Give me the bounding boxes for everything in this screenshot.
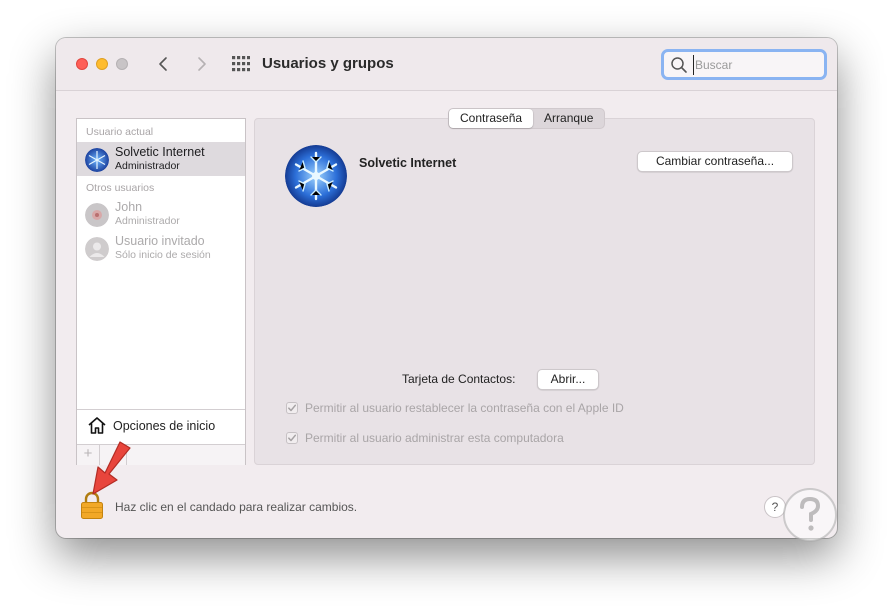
open-contact-button[interactable]: Abrir...	[537, 369, 599, 390]
user-row-john[interactable]: John Administrador	[77, 197, 245, 231]
other-users-section-label: Otros usuarios	[86, 182, 155, 194]
chevron-left-icon	[159, 57, 167, 71]
snowflake-avatar-icon[interactable]	[285, 145, 347, 207]
selected-user-name: Solvetic Internet	[359, 156, 457, 170]
user-name: Usuario invitado	[115, 234, 205, 248]
change-password-button[interactable]: Cambiar contraseña...	[637, 151, 793, 172]
user-name: John	[115, 200, 143, 214]
watermark-logo-icon	[783, 488, 837, 542]
show-all-grid-icon[interactable]	[232, 56, 250, 72]
users-sidebar: Usuario actual Solvetic Internet Adminis…	[76, 118, 246, 465]
close-button[interactable]	[76, 58, 88, 70]
zoom-button[interactable]	[116, 58, 128, 70]
search-icon	[671, 57, 687, 73]
user-row-solvetic[interactable]: Solvetic Internet Administrador	[77, 142, 245, 176]
checkmark-icon	[286, 432, 298, 444]
user-name: Solvetic Internet	[115, 145, 205, 159]
search-field[interactable]	[661, 49, 827, 80]
forward-button[interactable]	[191, 53, 211, 75]
flower-avatar-icon	[85, 203, 109, 227]
preferences-window: Usuarios y grupos Usuario actual So	[56, 38, 837, 538]
minimize-button[interactable]	[96, 58, 108, 70]
login-options-button[interactable]: Opciones de inicio	[77, 410, 245, 443]
title-bar: Usuarios y grupos	[56, 38, 837, 91]
lock-instruction-text: Haz clic en el candado para realizar cam…	[115, 500, 358, 514]
guest-avatar-icon	[85, 237, 109, 261]
current-user-section-label: Usuario actual	[86, 126, 154, 138]
house-icon	[88, 417, 106, 434]
red-arrow-icon	[92, 441, 131, 495]
tab-password[interactable]: Contraseña	[449, 109, 534, 128]
contact-card-label: Tarjeta de Contactos:	[402, 372, 516, 386]
tab-bar: Contraseña Arranque	[448, 108, 606, 129]
user-role: Sólo inicio de sesión	[115, 249, 211, 261]
chevron-right-icon	[198, 57, 206, 71]
tab-startup[interactable]: Arranque	[533, 109, 604, 128]
window-title: Usuarios y grupos	[262, 55, 394, 72]
snowflake-avatar-icon	[85, 148, 109, 172]
checkmark-icon	[286, 402, 298, 414]
user-role: Administrador	[115, 215, 180, 227]
user-row-guest[interactable]: Usuario invitado Sólo inicio de sesión	[77, 231, 245, 265]
checkbox-label: Permitir al usuario administrar esta com…	[305, 431, 564, 445]
login-options-label: Opciones de inicio	[113, 419, 216, 433]
checkbox-label: Permitir al usuario restablecer la contr…	[305, 401, 624, 415]
user-role: Administrador	[115, 160, 180, 172]
back-button[interactable]	[154, 53, 174, 75]
search-input[interactable]	[693, 55, 818, 75]
